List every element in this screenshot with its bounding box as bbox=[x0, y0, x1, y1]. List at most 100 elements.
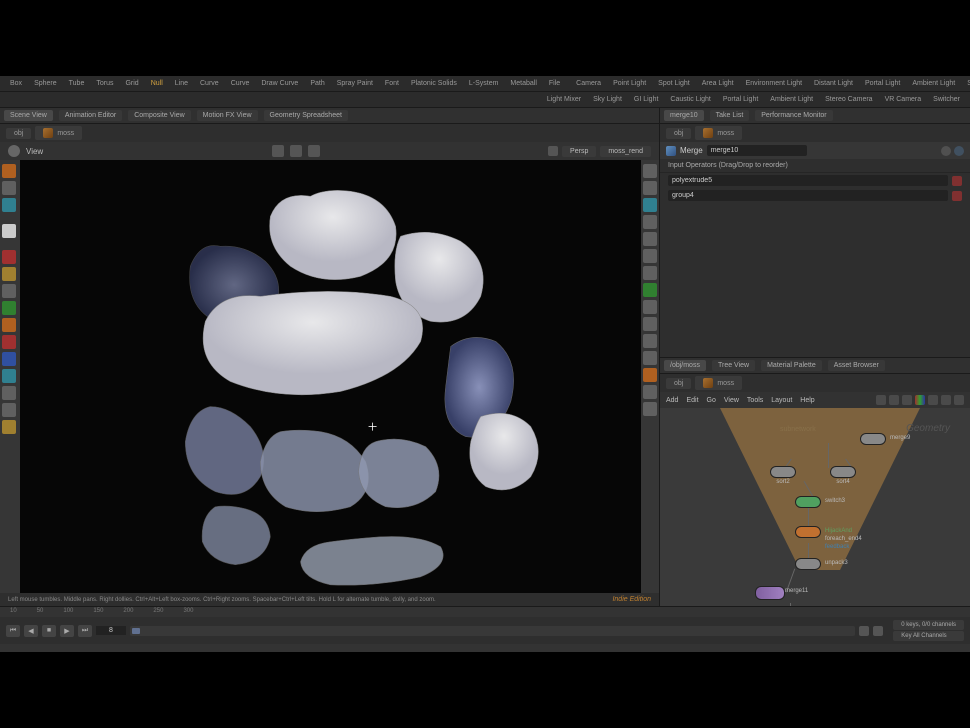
display-c5-icon[interactable] bbox=[643, 266, 657, 280]
shelf-curve2[interactable]: Curve bbox=[227, 78, 254, 89]
timeline-opt-icon[interactable] bbox=[859, 626, 869, 636]
tab-motionfx[interactable]: Motion FX View bbox=[197, 110, 258, 121]
delete-input-1-icon[interactable] bbox=[952, 191, 962, 201]
shelf-envlight[interactable]: Environment Light bbox=[742, 78, 806, 89]
net-ico-4[interactable] bbox=[928, 395, 938, 405]
display-c8-icon[interactable] bbox=[643, 317, 657, 331]
menu-view[interactable]: View bbox=[724, 397, 739, 404]
node-unpack3[interactable]: unpack3 bbox=[795, 558, 821, 570]
shelf-platonic[interactable]: Platonic Solids bbox=[407, 78, 461, 89]
net-ico-3[interactable] bbox=[902, 395, 912, 405]
tab-anim-editor[interactable]: Animation Editor bbox=[59, 110, 122, 121]
shelf-grid[interactable]: Grid bbox=[121, 78, 142, 89]
param-tab-merge[interactable]: merge10 bbox=[664, 110, 704, 121]
display-c9-icon[interactable] bbox=[643, 334, 657, 348]
shelf-path[interactable]: Path bbox=[306, 78, 328, 89]
menu-tools[interactable]: Tools bbox=[747, 397, 763, 404]
tool-snap-icon[interactable] bbox=[2, 403, 16, 417]
path-tab-obj[interactable]: obj bbox=[6, 128, 31, 139]
shelf-lsystem[interactable]: L-System bbox=[465, 78, 503, 89]
net-tab-asset[interactable]: Asset Browser bbox=[828, 360, 885, 371]
tool-red-icon[interactable] bbox=[2, 250, 16, 264]
lock-icon[interactable] bbox=[548, 146, 558, 156]
display-c1-icon[interactable] bbox=[643, 198, 657, 212]
shelf-ambient[interactable]: Ambient Light bbox=[908, 78, 959, 89]
net-ico-5[interactable] bbox=[941, 395, 951, 405]
key-all-button[interactable]: Key All Channels bbox=[893, 631, 964, 641]
shelf-sky[interactable]: Sky Light bbox=[589, 94, 626, 105]
node-sort2[interactable]: sort2 bbox=[770, 466, 796, 485]
input-op-1[interactable] bbox=[668, 190, 948, 201]
net-ico-6[interactable] bbox=[954, 395, 964, 405]
net-path-obj[interactable]: obj bbox=[666, 378, 691, 389]
delete-input-0-icon[interactable] bbox=[952, 176, 962, 186]
input-op-0[interactable] bbox=[668, 175, 948, 186]
shelf-switch2[interactable]: Switcher bbox=[929, 94, 964, 105]
shelf-box[interactable]: Box bbox=[6, 78, 26, 89]
node-merge9[interactable]: merge9 bbox=[860, 433, 886, 445]
display-wire-icon[interactable] bbox=[643, 164, 657, 178]
shelf-drawcurve[interactable]: Draw Curve bbox=[257, 78, 302, 89]
menu-layout[interactable]: Layout bbox=[771, 397, 792, 404]
menu-add[interactable]: Add bbox=[666, 397, 678, 404]
node-foreach-end[interactable]: HijackAnd foreach_end4 feedback bbox=[795, 526, 821, 538]
menu-edit[interactable]: Edit bbox=[686, 397, 698, 404]
snap2-icon[interactable] bbox=[290, 145, 302, 157]
shelf-spray[interactable]: Spray Paint bbox=[333, 78, 377, 89]
next-frame-button[interactable]: ⏭ bbox=[78, 625, 92, 637]
node-sort4[interactable]: sort4 bbox=[830, 466, 856, 485]
display-c12-icon[interactable] bbox=[643, 385, 657, 399]
frame-ruler[interactable]: 1050100150200250300 bbox=[0, 607, 970, 617]
viewport-canvas[interactable] bbox=[20, 160, 641, 593]
display-c2-icon[interactable] bbox=[643, 215, 657, 229]
stop-button[interactable]: ■ bbox=[42, 625, 56, 637]
shelf-arealight[interactable]: Area Light bbox=[698, 78, 738, 89]
tool-yellow-icon[interactable] bbox=[2, 267, 16, 281]
camera-select-dropdown[interactable]: moss_rend bbox=[600, 146, 651, 157]
current-frame-field[interactable] bbox=[96, 626, 126, 635]
view-menu-button[interactable]: View bbox=[26, 147, 43, 156]
shelf-tube[interactable]: Tube bbox=[65, 78, 89, 89]
display-c3-icon[interactable] bbox=[643, 232, 657, 246]
timeline-track[interactable] bbox=[130, 626, 855, 636]
display-c7-icon[interactable] bbox=[643, 300, 657, 314]
node-switch3[interactable]: switch3 bbox=[795, 496, 821, 508]
shelf-portal[interactable]: Portal Light bbox=[861, 78, 904, 89]
shelf-pointlight[interactable]: Point Light bbox=[609, 78, 650, 89]
param-path-obj[interactable]: obj bbox=[666, 128, 691, 139]
param-tab-perfmon[interactable]: Performance Monitor bbox=[755, 110, 832, 121]
play-button[interactable]: ▶ bbox=[60, 625, 74, 637]
shelf-distlight[interactable]: Distant Light bbox=[810, 78, 857, 89]
net-tab-tree[interactable]: Tree View bbox=[712, 360, 755, 371]
move-tool-icon[interactable] bbox=[2, 181, 16, 195]
prev-frame-button[interactable]: ◀ bbox=[24, 625, 38, 637]
help-icon[interactable] bbox=[954, 146, 964, 156]
tab-scene-view[interactable]: Scene View bbox=[4, 110, 53, 121]
tool-mesh-icon[interactable] bbox=[2, 386, 16, 400]
playhead[interactable] bbox=[132, 628, 140, 634]
net-ico-color[interactable] bbox=[915, 395, 925, 405]
shelf-caustic[interactable]: Caustic Light bbox=[666, 94, 714, 105]
param-path-moss[interactable]: moss bbox=[695, 126, 742, 140]
tool-orange-icon[interactable] bbox=[2, 318, 16, 332]
net-path-moss[interactable]: moss bbox=[695, 376, 742, 390]
display-c4-icon[interactable] bbox=[643, 249, 657, 263]
shelf-stereo[interactable]: Stereo Camera bbox=[963, 78, 970, 89]
param-tab-takelist[interactable]: Take List bbox=[710, 110, 750, 121]
shelf-spotlight[interactable]: Spot Light bbox=[654, 78, 694, 89]
shelf-curve[interactable]: Curve bbox=[196, 78, 223, 89]
snap3-icon[interactable] bbox=[308, 145, 320, 157]
shelf-font[interactable]: Font bbox=[381, 78, 403, 89]
camera-type-dropdown[interactable]: Persp bbox=[562, 146, 596, 157]
display-c6-icon[interactable] bbox=[643, 283, 657, 297]
tool-green-icon[interactable] bbox=[2, 301, 16, 315]
menu-help[interactable]: Help bbox=[800, 397, 814, 404]
shelf-gi[interactable]: GI Light bbox=[630, 94, 663, 105]
net-tab-path[interactable]: /obj/moss bbox=[664, 360, 706, 371]
shelf-file[interactable]: File bbox=[545, 78, 564, 89]
tool-brush-icon[interactable] bbox=[2, 284, 16, 298]
snap-icon[interactable] bbox=[272, 145, 284, 157]
rotate-tool-icon[interactable] bbox=[2, 198, 16, 212]
shelf-torus[interactable]: Torus bbox=[92, 78, 117, 89]
net-tab-matpal[interactable]: Material Palette bbox=[761, 360, 822, 371]
